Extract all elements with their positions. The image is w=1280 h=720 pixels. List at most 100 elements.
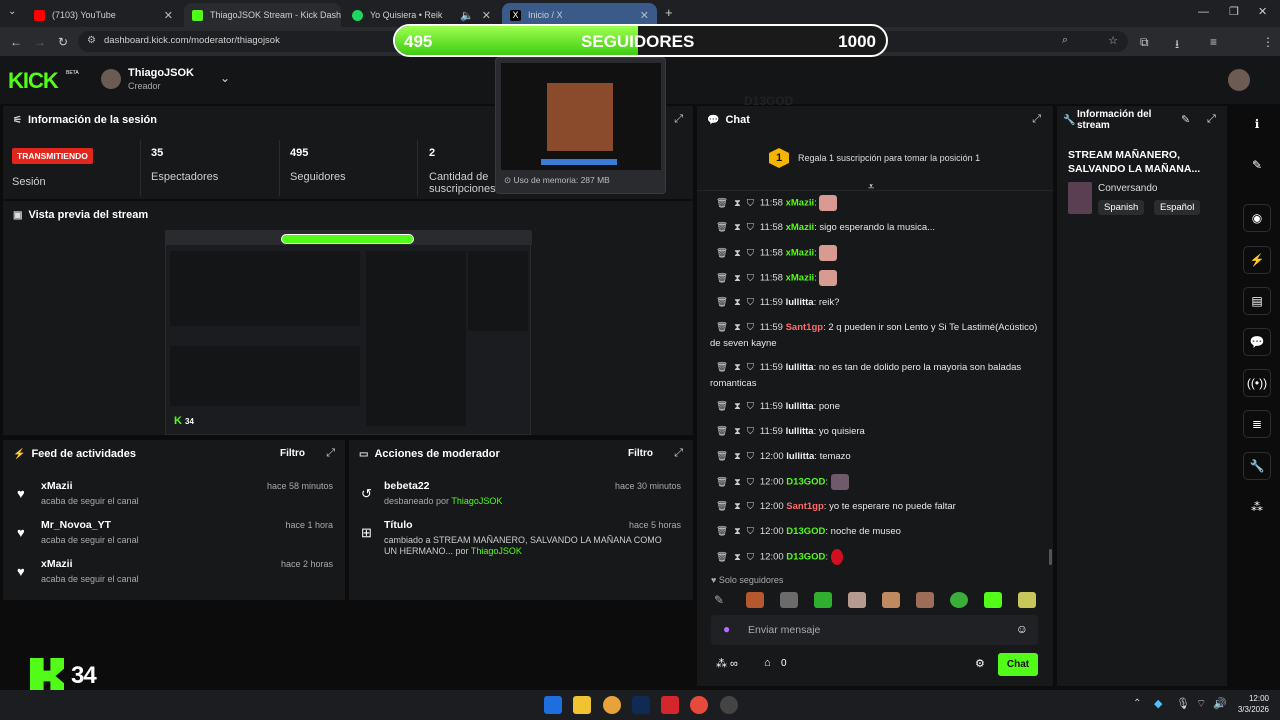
chat-username[interactable]: D13GOD: [786, 526, 825, 537]
emote-3[interactable]: [814, 592, 832, 608]
obs-icon[interactable]: [720, 696, 738, 714]
media-icon[interactable]: ≡: [1210, 35, 1217, 49]
delete-icon[interactable]: 🗑: [716, 552, 728, 563]
reload-icon[interactable]: ↻: [58, 35, 68, 49]
close-icon[interactable]: ✕: [482, 9, 491, 22]
avatar[interactable]: [101, 69, 121, 89]
windows-start-icon[interactable]: [544, 696, 562, 714]
edit-pencil-icon[interactable]: ✎: [1181, 113, 1190, 126]
minimize-icon[interactable]: —: [1198, 6, 1209, 18]
broadcast-icon[interactable]: ((•)): [1243, 369, 1271, 397]
taskbar-date[interactable]: 3/3/2026: [1233, 705, 1269, 714]
chat-username[interactable]: xMazii: [786, 273, 815, 284]
expand-icon[interactable]: ⤢: [674, 447, 683, 460]
download-icon[interactable]: ⭳: [1175, 35, 1179, 56]
activity-filter-button[interactable]: Filtro: [280, 448, 305, 459]
community-icon[interactable]: ⁂ ∞: [716, 657, 738, 670]
site-info-icon[interactable]: ⚙: [87, 35, 96, 46]
speaker-icon[interactable]: 🔈: [460, 9, 474, 22]
message-icon[interactable]: 💬: [1243, 328, 1271, 356]
timeout-icon[interactable]: ⧗: [734, 362, 741, 373]
volume-icon[interactable]: 🔊: [1213, 697, 1227, 710]
close-icon[interactable]: ✕: [164, 9, 173, 22]
zoom-icon[interactable]: ⌕: [1062, 34, 1068, 47]
chat-message[interactable]: 🗑 ⧗ ⛉ 11:59 lullitta: pone: [710, 399, 1040, 415]
chat-message[interactable]: 🗑 ⧗ ⛉ 11:59 lullitta: no es tan de dolido p…: [710, 360, 1040, 392]
delete-icon[interactable]: 🗑: [716, 198, 728, 209]
extensions-icon[interactable]: ⧉: [1140, 35, 1149, 50]
mod-action-target[interactable]: bebeta22: [384, 480, 430, 492]
pencil-emote-icon[interactable]: ✎: [714, 593, 724, 607]
profile-avatar[interactable]: [1228, 69, 1250, 91]
chat-message[interactable]: 🗑 ⧗ ⛉ 11:59 Sant1gp: 2 q pueden ir son Lent…: [710, 320, 1040, 352]
activity-item[interactable]: ♥ Mr_Novoa_YT acaba de seguir el canal h…: [3, 519, 345, 557]
chat-message[interactable]: 🗑 ⧗ ⛉ 11:58 xMazii: sigo esperando la music…: [710, 220, 1040, 236]
camera-icon[interactable]: ◉: [1243, 204, 1271, 232]
gear-icon[interactable]: ⚙: [975, 657, 985, 670]
send-chat-button[interactable]: Chat: [998, 653, 1038, 676]
mic-icon[interactable]: 🎙: [1176, 697, 1190, 710]
tab-kick-dashboard[interactable]: ThiagoJSOK Stream - Kick Dash ✕: [184, 3, 341, 27]
timeout-icon[interactable]: ⧗: [734, 552, 741, 563]
ban-shield-icon[interactable]: ⛉: [747, 362, 754, 373]
chat-message[interactable]: 🗑 ⧗ ⛉ 12:00 D13GOD:: [710, 474, 1040, 491]
chevron-down-icon[interactable]: ⌄: [220, 71, 230, 85]
chat-username[interactable]: lullitta: [786, 401, 814, 412]
store-icon[interactable]: ⌂: [764, 657, 771, 669]
tools-icon[interactable]: 🔧: [1243, 452, 1271, 480]
ban-shield-icon[interactable]: ⛉: [747, 426, 754, 437]
users-icon[interactable]: ⁂: [1243, 493, 1271, 521]
chat-username[interactable]: xMazii: [786, 222, 815, 233]
delete-icon[interactable]: 🗑: [716, 222, 728, 233]
ban-shield-icon[interactable]: ⛉: [747, 273, 754, 284]
ban-shield-icon[interactable]: ⛉: [747, 501, 754, 512]
info-icon[interactable]: ℹ: [1243, 110, 1271, 138]
delete-icon[interactable]: 🗑: [716, 248, 728, 259]
forward-icon[interactable]: →: [34, 35, 46, 49]
category-name[interactable]: Conversando: [1098, 183, 1157, 194]
chat-username[interactable]: xMazii: [786, 198, 815, 209]
tag-espanol[interactable]: Español: [1154, 200, 1201, 215]
emote-1[interactable]: [746, 592, 764, 608]
delete-icon[interactable]: 🗑: [716, 297, 728, 308]
activity-user[interactable]: xMazii: [41, 558, 73, 570]
ban-shield-icon[interactable]: ⛉: [747, 222, 754, 233]
wps-icon[interactable]: [661, 696, 679, 714]
mod-action-item[interactable]: ⊞ Título cambiado a STREAM MAÑANERO, SAL…: [349, 519, 693, 567]
chat-input[interactable]: ● Enviar mensaje ☺: [711, 615, 1038, 645]
gift-promo-text[interactable]: Regala 1 suscripción para tomar la posic…: [798, 153, 980, 163]
timeout-icon[interactable]: ⧗: [734, 501, 741, 512]
mod-action-by[interactable]: ThiagoJSOK: [471, 546, 522, 556]
chat-message[interactable]: 🗑 ⧗ ⛉ 11:58 xMazii:: [710, 195, 1040, 212]
ban-shield-icon[interactable]: ⛉: [747, 401, 754, 412]
timeout-icon[interactable]: ⧗: [734, 426, 741, 437]
chat-username[interactable]: lullitta: [786, 362, 814, 373]
delete-icon[interactable]: 🗑: [716, 322, 728, 333]
ban-shield-icon[interactable]: ⛉: [747, 526, 754, 537]
stream-preview-video[interactable]: K 34: [165, 230, 532, 435]
emote-2[interactable]: [780, 592, 798, 608]
chat-username[interactable]: D13GOD: [786, 552, 825, 563]
chat-username[interactable]: Sant1gp: [786, 501, 823, 512]
edit-icon[interactable]: ✎: [1243, 151, 1271, 179]
maximize-icon[interactable]: ❐: [1229, 5, 1239, 18]
chat-username[interactable]: lullitta: [786, 426, 814, 437]
timeout-icon[interactable]: ⧗: [734, 198, 741, 209]
ban-shield-icon[interactable]: ⛉: [747, 198, 754, 209]
chat-username[interactable]: Sant1gp: [786, 322, 823, 333]
chat-message[interactable]: 🗑 ⧗ ⛉ 12:00 Sant1gp: yo te esperare no pued…: [710, 499, 1040, 515]
microphone-icon[interactable]: ●: [723, 622, 730, 636]
chat-username[interactable]: xMazii: [786, 248, 815, 259]
delete-icon[interactable]: 🗑: [716, 362, 728, 373]
emote-9[interactable]: [1018, 592, 1036, 608]
file-explorer-icon[interactable]: [573, 696, 591, 714]
timeout-icon[interactable]: ⧗: [734, 273, 741, 284]
chat-username[interactable]: lullitta: [786, 297, 814, 308]
expand-icon[interactable]: ⤢: [326, 447, 335, 460]
delete-icon[interactable]: 🗑: [716, 273, 728, 284]
blender-icon[interactable]: [603, 696, 621, 714]
document-icon[interactable]: ▤: [1243, 287, 1271, 315]
emote-8[interactable]: [984, 592, 1002, 608]
mod-action-item[interactable]: ↺ bebeta22 desbaneado por ThiagoJSOK hac…: [349, 480, 693, 518]
chat-scrollbar[interactable]: [1049, 549, 1052, 565]
